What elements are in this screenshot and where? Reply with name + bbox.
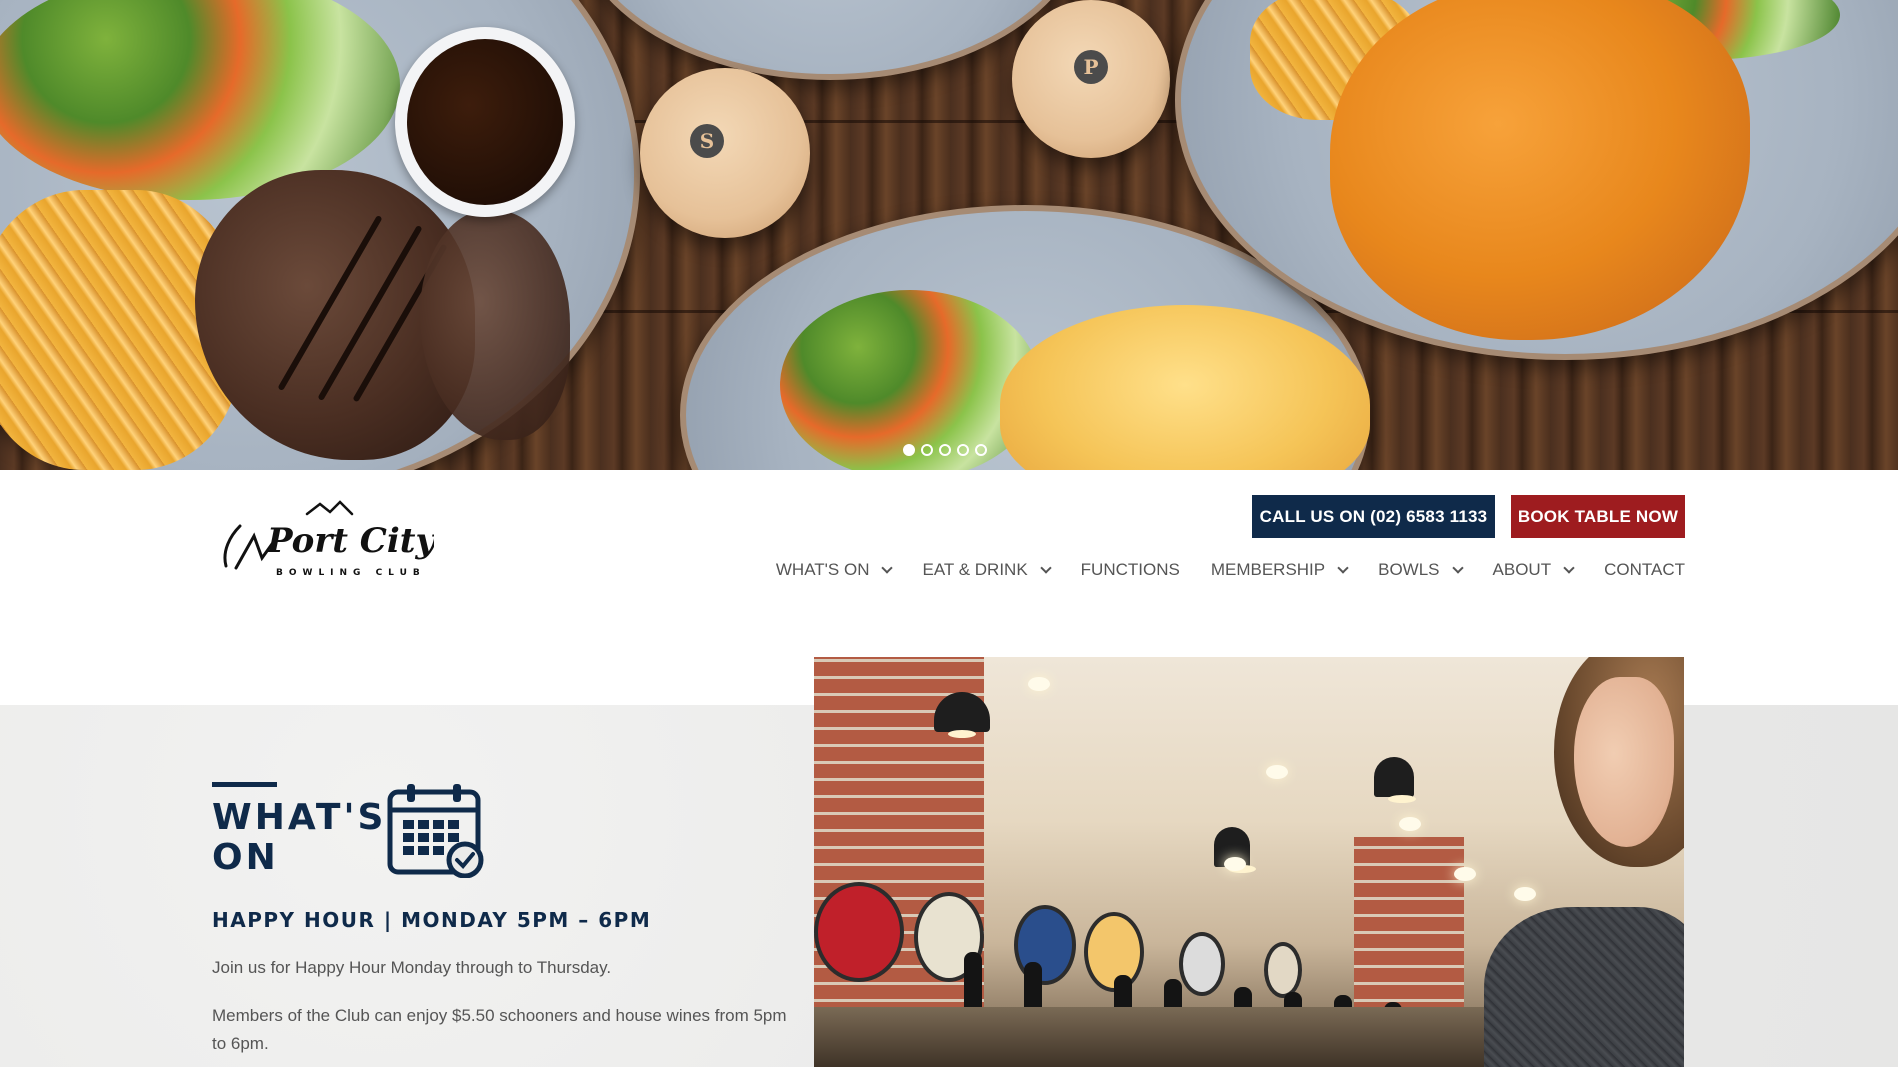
logo-wordmark: Port City	[266, 521, 434, 561]
nav-item-label: WHAT'S ON	[775, 560, 870, 579]
chevron-down-icon	[1337, 561, 1349, 574]
slider-dot[interactable]	[975, 444, 987, 456]
hero-pepper-shaker: P	[1012, 0, 1170, 158]
event-description-1: Join us for Happy Hour Monday through to…	[212, 958, 612, 977]
event-description-2: Members of the Club can enjoy $5.50 scho…	[212, 1006, 787, 1053]
nav-item-label: MEMBERSHIP	[1210, 560, 1326, 579]
nav-item-label: BOWLS	[1378, 560, 1440, 579]
nav-item-label: CONTACT	[1604, 560, 1685, 579]
chevron-down-icon	[1451, 561, 1464, 574]
chevron-down-icon	[881, 561, 894, 574]
calendar-check-icon	[387, 784, 484, 878]
nav-item-about[interactable]: ABOUT	[1492, 560, 1575, 580]
nav-item-membership[interactable]: MEMBERSHIP	[1210, 560, 1349, 580]
nav-item-label: ABOUT	[1492, 560, 1552, 579]
hero-sauce-ramekin	[395, 27, 575, 217]
book-table-button[interactable]: BOOK TABLE NOW	[1511, 495, 1685, 538]
nav-item-eat-drink[interactable]: EAT & DRINK	[922, 560, 1052, 580]
slider-dot[interactable]	[957, 444, 969, 456]
chevron-down-icon	[1039, 561, 1052, 574]
logo-tagline: BOWLING CLUB	[276, 568, 426, 578]
call-us-button[interactable]: CALL US ON (02) 6583 1133	[1252, 495, 1495, 538]
hero-slider: S P	[0, 0, 1898, 470]
slider-dots	[903, 444, 987, 456]
chevron-down-icon	[1563, 561, 1575, 574]
nav-item-what-s-on[interactable]: WHAT'S ON	[775, 560, 894, 580]
nav-item-bowls[interactable]: BOWLS	[1378, 560, 1464, 580]
whats-on-title: WHAT'S ON	[212, 797, 387, 878]
nav-item-label: FUNCTIONS	[1080, 560, 1180, 579]
title-accent-line	[212, 782, 277, 787]
bar-taps-photo	[814, 657, 1684, 1067]
main-nav: WHAT'S ON EAT & DRINK FUNCTIONS MEMBERSHIP B…	[776, 560, 1685, 580]
slider-dot[interactable]	[939, 444, 951, 456]
nav-item-functions[interactable]: FUNCTIONS	[1081, 560, 1180, 580]
hero-salt-shaker: S	[640, 68, 810, 238]
event-title: HAPPY HOUR | MONDAY 5PM – 6PM	[212, 908, 652, 932]
nav-item-contact[interactable]: CONTACT	[1604, 560, 1685, 580]
port-city-logo[interactable]: Port City BOWLING CLUB	[212, 496, 434, 581]
nav-item-label: EAT & DRINK	[922, 560, 1028, 579]
slider-dot[interactable]	[921, 444, 933, 456]
slider-dot[interactable]	[903, 444, 915, 456]
